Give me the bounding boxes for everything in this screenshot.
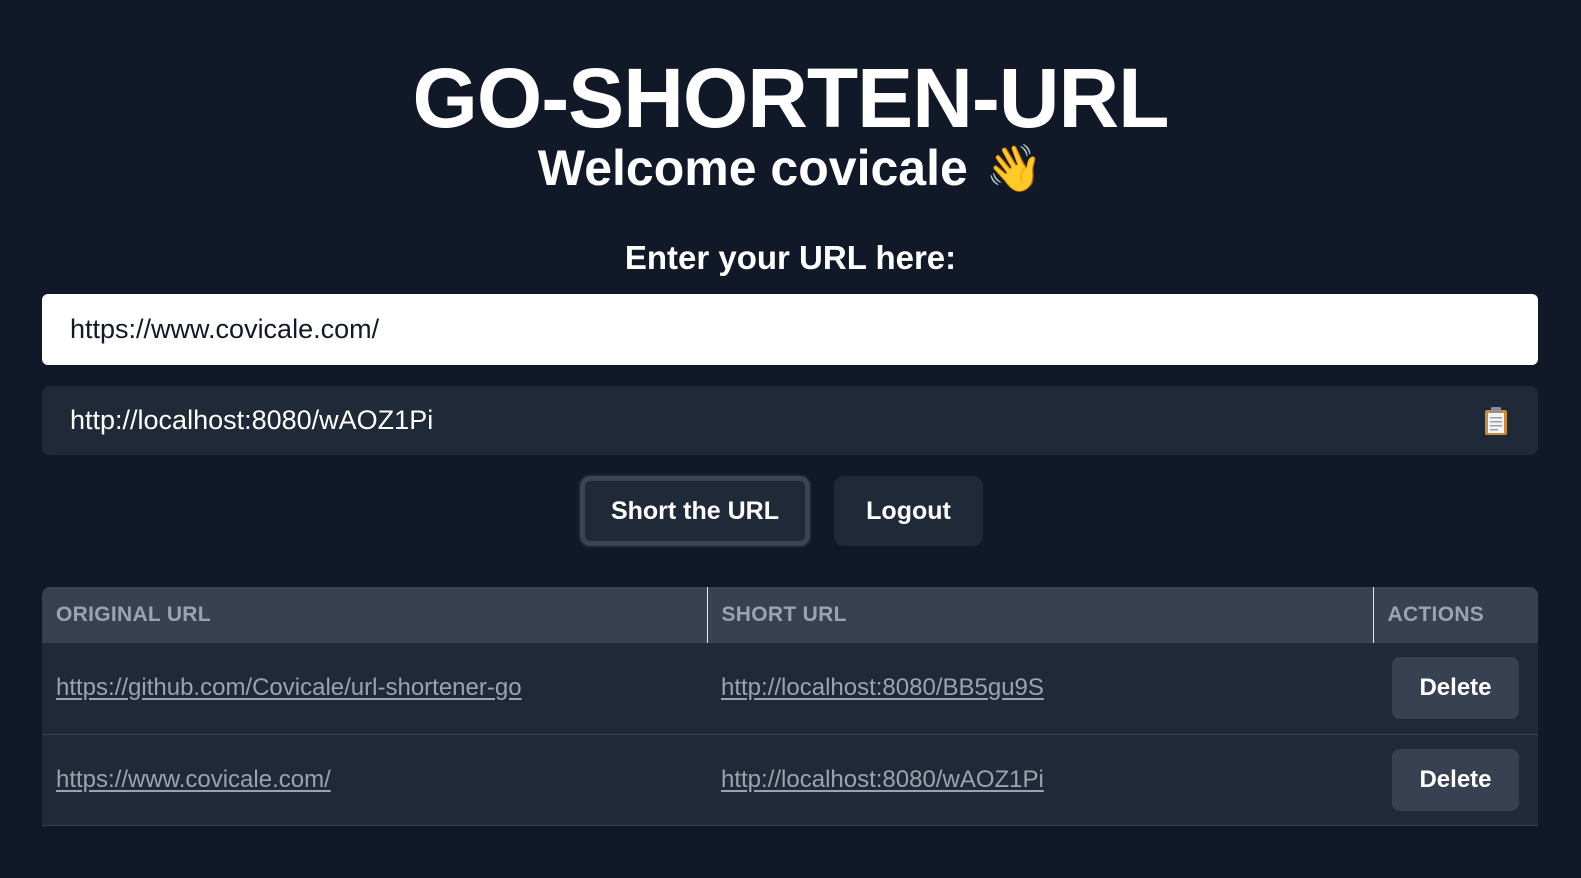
- logout-button[interactable]: Logout: [834, 476, 983, 546]
- delete-button[interactable]: Delete: [1392, 657, 1519, 720]
- url-input[interactable]: [42, 294, 1538, 365]
- original-url-cell: https://github.com/Covicale/url-shortene…: [42, 643, 707, 734]
- app-root: GO-SHORTEN-URL Welcome covicale 👋 Enter y…: [0, 0, 1581, 878]
- original-url-link[interactable]: https://github.com/Covicale/url-shortene…: [56, 674, 522, 701]
- short-url-result-text: http://localhost:8080/wAOZ1Pi: [70, 405, 434, 435]
- urls-table-container: ORIGINAL URL SHORT URL ACTIONS https://g…: [42, 587, 1538, 826]
- short-url-link[interactable]: http://localhost:8080/BB5gu9S: [721, 674, 1044, 701]
- clipboard-icon[interactable]: [1484, 406, 1508, 436]
- short-url-cell: http://localhost:8080/BB5gu9S: [707, 643, 1373, 734]
- welcome-text: Welcome covicale: [537, 140, 968, 196]
- short-url-button[interactable]: Short the URL: [580, 476, 810, 546]
- original-url-cell: https://www.covicale.com/: [42, 734, 707, 825]
- short-url-link[interactable]: http://localhost:8080/wAOZ1Pi: [721, 766, 1044, 793]
- original-url-link[interactable]: https://www.covicale.com/: [56, 766, 331, 793]
- urls-table: ORIGINAL URL SHORT URL ACTIONS https://g…: [42, 587, 1538, 826]
- page-title: GO-SHORTEN-URL: [412, 51, 1170, 145]
- actions-cell: Delete: [1373, 643, 1538, 734]
- table-row: https://github.com/Covicale/url-shortene…: [42, 643, 1538, 734]
- table-row: https://www.covicale.com/ http://localho…: [42, 734, 1538, 825]
- clipboard-icon-graphic: [1485, 406, 1507, 435]
- url-prompt-label: Enter your URL here:: [624, 239, 957, 276]
- table-header: ORIGINAL URL SHORT URL ACTIONS: [42, 587, 1538, 643]
- short-url-result: http://localhost:8080/wAOZ1Pi: [42, 386, 1538, 455]
- table-header-row: ORIGINAL URL SHORT URL ACTIONS: [42, 587, 1538, 643]
- column-header-actions: ACTIONS: [1387, 603, 1485, 626]
- table-body: https://github.com/Covicale/url-shortene…: [42, 643, 1538, 825]
- delete-button[interactable]: Delete: [1392, 748, 1519, 811]
- actions-cell: Delete: [1373, 734, 1538, 825]
- waving-hand-icon: 👋: [985, 142, 1044, 194]
- column-header-short-url: SHORT URL: [707, 587, 1374, 643]
- short-url-cell: http://localhost:8080/wAOZ1Pi: [707, 734, 1373, 825]
- column-header-original-url: ORIGINAL URL: [42, 587, 708, 643]
- welcome-heading: Welcome covicale 👋: [0, 138, 1581, 198]
